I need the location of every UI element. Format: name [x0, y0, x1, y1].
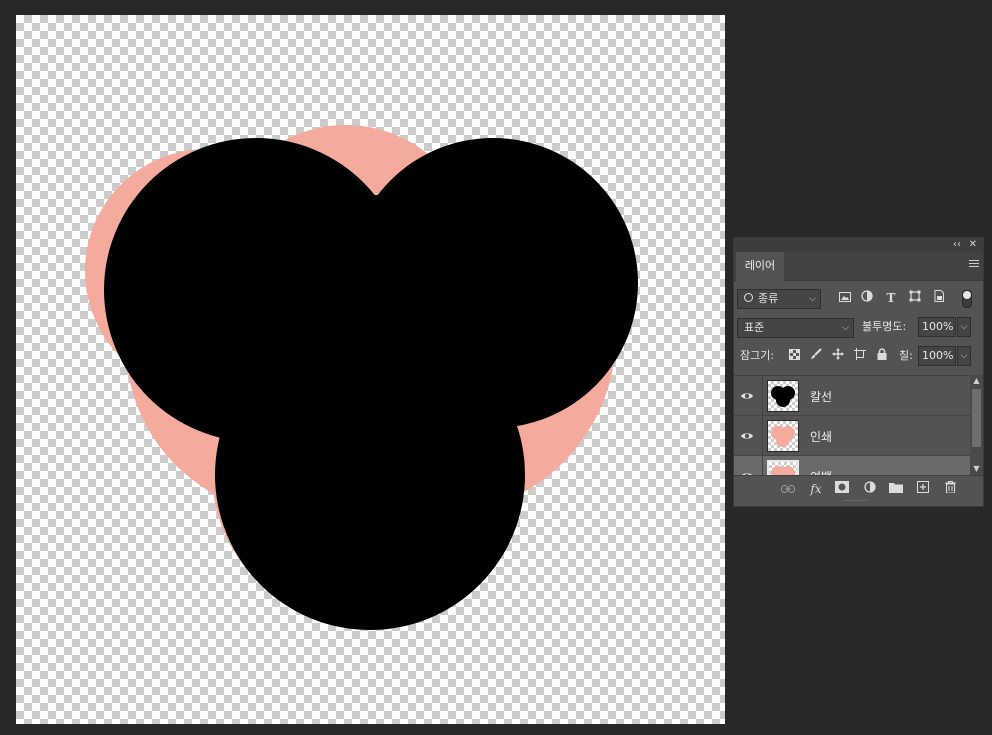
layer-thumbnail — [767, 380, 799, 412]
layer-thumbnail — [767, 460, 799, 476]
eye-icon[interactable] — [740, 389, 754, 403]
scroll-thumb[interactable] — [972, 389, 981, 447]
eye-icon[interactable] — [740, 429, 754, 443]
document-canvas[interactable] — [16, 15, 725, 724]
layer-name: 인쇄 — [810, 430, 833, 444]
lock-position-icon[interactable] — [831, 348, 845, 364]
black-shape — [104, 138, 638, 630]
eye-separator — [762, 376, 763, 416]
close-panel-icon[interactable]: ✕ — [969, 238, 977, 252]
filter-kind-dropdown[interactable]: 종류 ⌵ — [737, 289, 821, 309]
link-icon[interactable] — [780, 481, 796, 497]
panel-tab-row: 레이어 — [734, 252, 983, 281]
lock-image-pixels-icon[interactable] — [809, 348, 823, 364]
layer-row[interactable]: 인쇄 — [734, 416, 970, 456]
panel-menu-icon[interactable] — [969, 260, 979, 270]
chevron-down-icon: ⌵ — [842, 323, 849, 333]
smart-object-filter-icon[interactable] — [932, 290, 946, 306]
shape-filter-icon[interactable] — [908, 290, 922, 306]
blend-row: 표준 ⌵ 불투명도: 100% ⌵ — [734, 317, 985, 339]
opacity-dropdown-arrow[interactable]: ⌵ — [957, 317, 971, 337]
adjustment-icon[interactable] — [862, 481, 878, 497]
lock-artboard-icon[interactable] — [853, 348, 867, 364]
fill-input[interactable]: 100% — [918, 346, 956, 366]
layer-row[interactable]: 칼선 — [734, 376, 970, 416]
lock-transparent-pixels-icon[interactable] — [787, 348, 801, 364]
scroll-up-icon[interactable]: ▲ — [970, 375, 983, 387]
tab-layers[interactable]: 레이어 — [736, 252, 784, 281]
chevron-down-icon: ⌵ — [809, 294, 816, 304]
collapse-panel-icon[interactable]: ‹‹ — [953, 238, 961, 252]
layers-scrollbar[interactable]: ▲ ▼ — [970, 375, 983, 475]
blend-mode-value: 표준 — [744, 321, 765, 334]
new-layer-icon[interactable] — [915, 481, 931, 497]
lock-label: 잠그기: — [740, 349, 775, 362]
photoshop-workspace: ‹‹ ✕ 레이어 종류 ⌵ T 표준 ⌵ 불투명도: 100% ⌵ 잠그기: 칠… — [0, 0, 992, 735]
filter-toggle-switch[interactable] — [962, 290, 972, 308]
layers-list: 칼선 인쇄 여백 — [734, 375, 970, 476]
layer-row[interactable]: 여백 — [734, 456, 970, 476]
layers-bottom-toolbar: fx — [734, 475, 983, 504]
layer-thumbnail — [767, 420, 799, 452]
opacity-label: 불투명도: — [862, 320, 907, 333]
eye-separator — [762, 416, 763, 456]
panel-resize-grip[interactable] — [844, 500, 868, 503]
type-filter-icon[interactable]: T — [884, 290, 898, 306]
fill-label: 칠: — [899, 349, 913, 362]
eye-separator — [762, 456, 763, 476]
trefoil-shape — [85, 125, 638, 630]
image-filter-icon[interactable] — [838, 290, 852, 306]
fx-icon[interactable]: fx — [808, 481, 824, 497]
fill-dropdown-arrow[interactable]: ⌵ — [957, 346, 971, 366]
panel-title-bar[interactable]: ‹‹ ✕ — [734, 238, 983, 252]
folder-icon[interactable] — [888, 481, 904, 497]
lock-row: 잠그기: 칠: 100% ⌵ — [734, 346, 985, 368]
mask-icon[interactable] — [834, 481, 850, 497]
search-icon — [744, 293, 753, 302]
layer-name: 칼선 — [810, 390, 833, 404]
scroll-down-icon[interactable]: ▼ — [970, 463, 983, 475]
blend-mode-dropdown[interactable]: 표준 ⌵ — [737, 318, 854, 338]
layers-panel: ‹‹ ✕ 레이어 종류 ⌵ T 표준 ⌵ 불투명도: 100% ⌵ 잠그기: 칠… — [733, 237, 984, 507]
filter-row: 종류 ⌵ T — [734, 288, 985, 310]
lock-all-icon[interactable] — [875, 348, 889, 364]
opacity-input[interactable]: 100% — [918, 317, 956, 337]
trash-icon[interactable] — [942, 481, 958, 497]
adjustment-filter-icon[interactable] — [860, 290, 874, 306]
filter-kind-label: 종류 — [758, 292, 779, 305]
